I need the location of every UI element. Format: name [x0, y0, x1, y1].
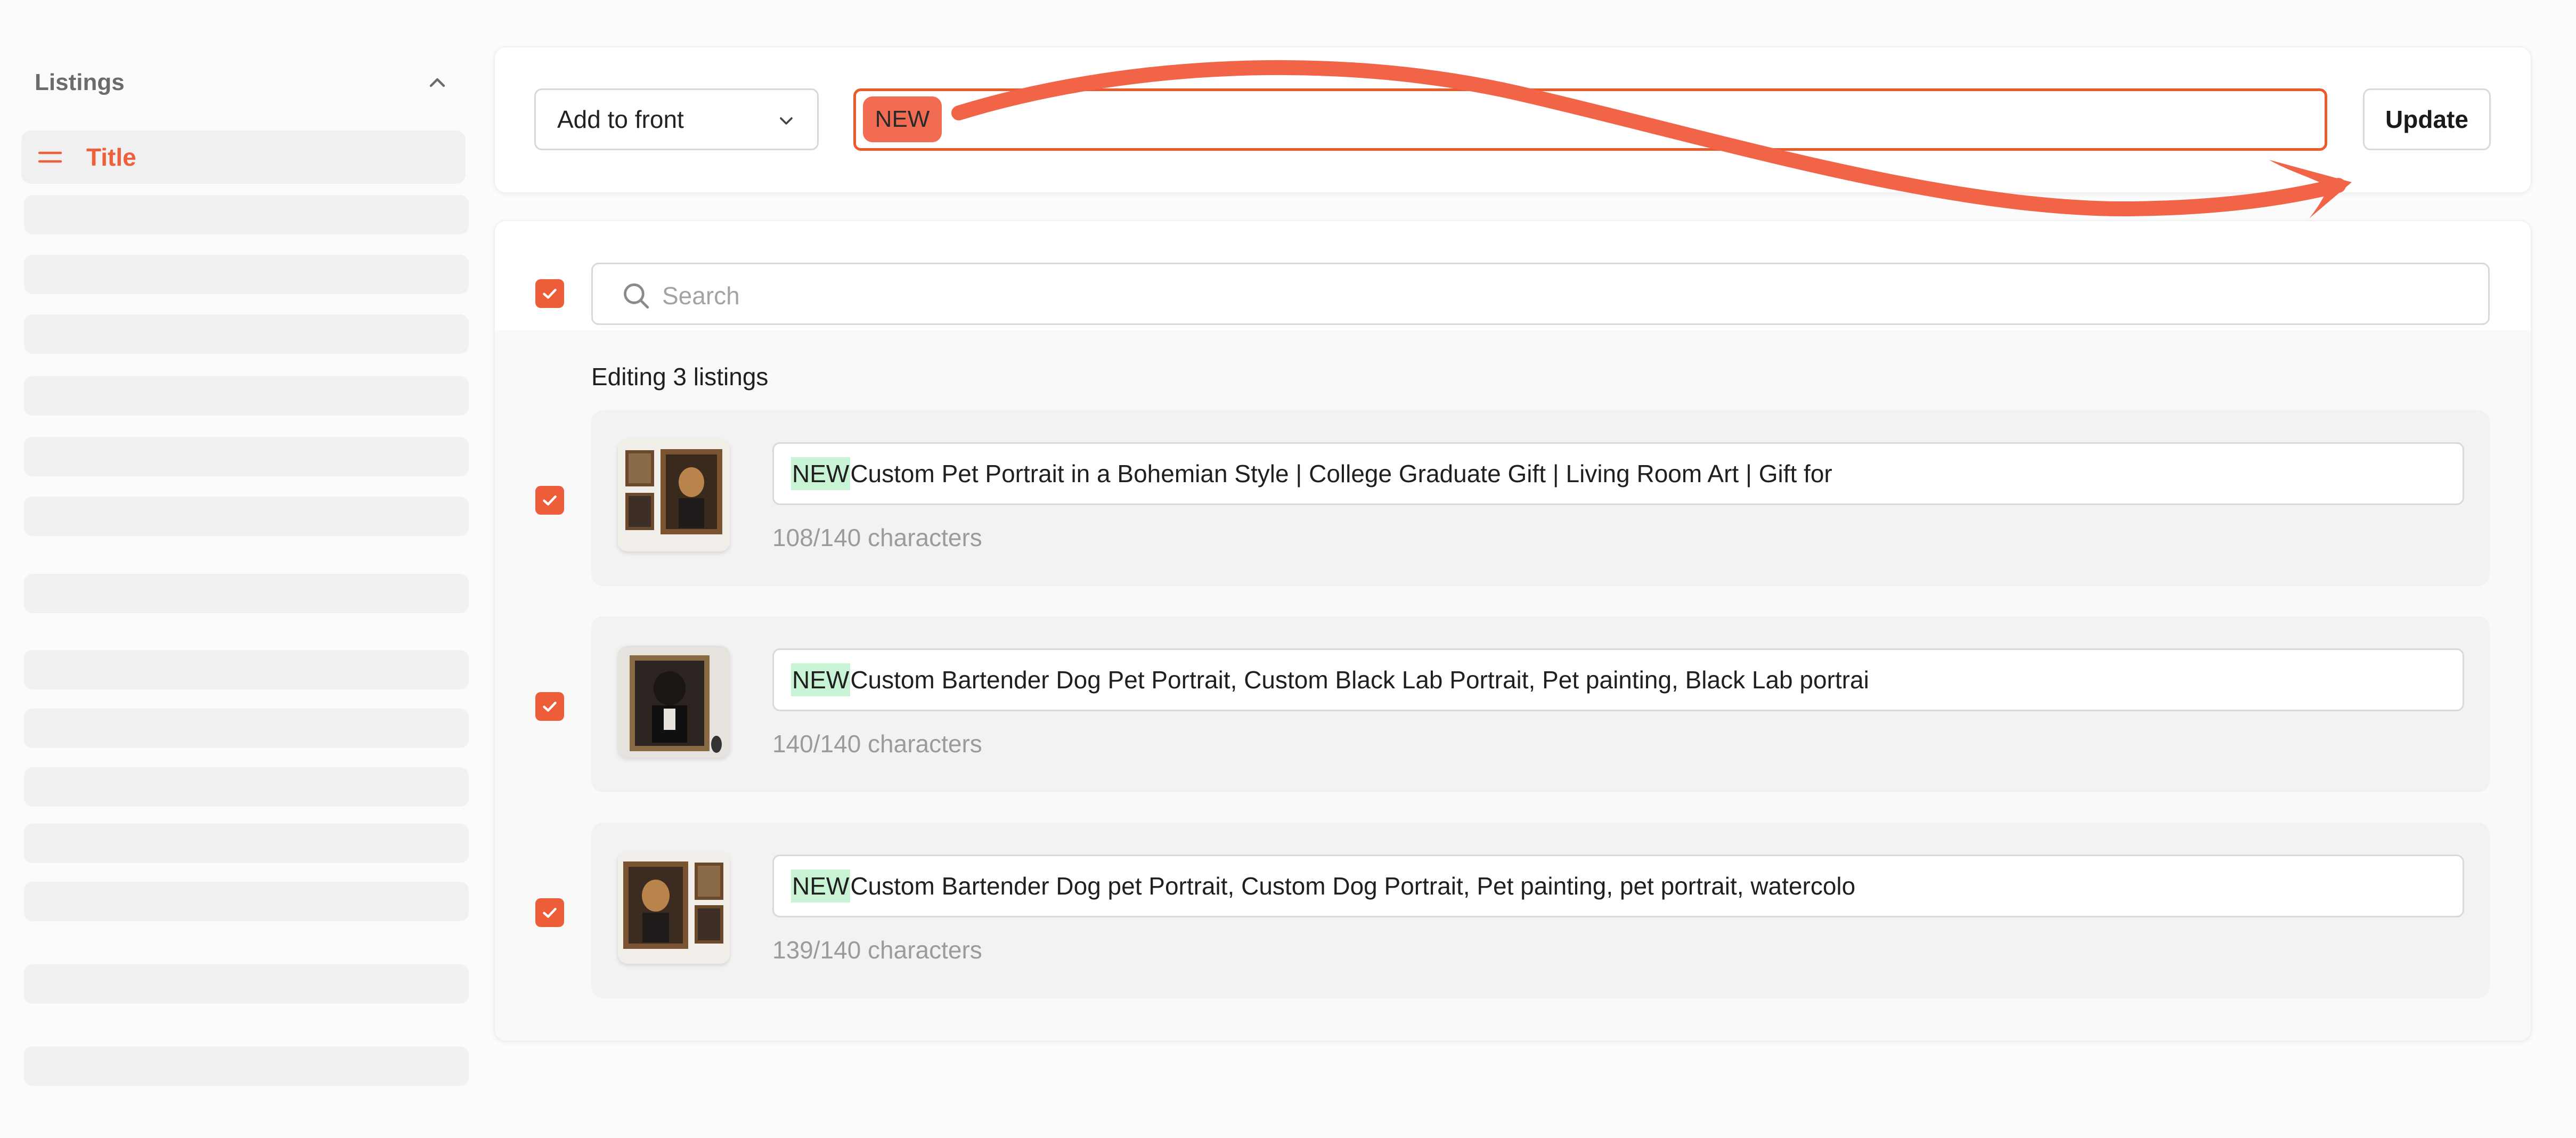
listing-checkbox[interactable] — [535, 486, 564, 515]
mode-select-value: Add to front — [557, 105, 684, 133]
check-icon — [543, 289, 557, 299]
search-placeholder: Search — [662, 282, 740, 310]
check-icon — [543, 702, 557, 712]
sidebar-item-placeholder — [24, 709, 469, 748]
sidebar-item-title[interactable]: Title — [21, 131, 466, 184]
mode-select[interactable]: Add to front — [534, 88, 819, 150]
update-button[interactable]: Update — [2363, 88, 2491, 150]
listing-thumbnail — [618, 646, 730, 758]
search-icon — [624, 283, 649, 309]
check-icon — [543, 495, 557, 506]
listing-title-input[interactable]: NEW Custom Bartender Dog Pet Portrait, C… — [772, 648, 2464, 711]
drag-handle-icon[interactable] — [37, 148, 63, 167]
portrait-image — [618, 852, 730, 964]
check-icon — [543, 908, 557, 918]
portrait-image — [618, 646, 730, 758]
new-prefix-highlight: NEW — [791, 457, 851, 490]
listing-checkbox[interactable] — [535, 692, 564, 721]
listing-title-text: Custom Bartender Dog pet Portrait, Custo… — [850, 872, 1856, 900]
new-prefix-highlight: NEW — [791, 869, 851, 903]
listing-title-input[interactable]: NEW Custom Bartender Dog pet Portrait, C… — [772, 855, 2464, 917]
sidebar: Listings Title — [0, 0, 482, 1138]
listing-title-text: Custom Pet Portrait in a Bohemian Style … — [850, 460, 1832, 487]
sidebar-title: Listings — [35, 69, 125, 95]
sidebar-item-placeholder — [24, 437, 469, 476]
select-all-checkbox[interactable] — [535, 279, 564, 308]
character-count: 139/140 characters — [772, 936, 982, 964]
search-input[interactable]: Search — [591, 263, 2490, 325]
chevron-down-icon — [780, 117, 793, 125]
sidebar-item-placeholder — [24, 650, 469, 689]
character-count: 108/140 characters — [772, 524, 982, 551]
sidebar-item-placeholder — [24, 255, 469, 294]
new-prefix-highlight: NEW — [791, 663, 851, 696]
text-to-add-input[interactable] — [853, 88, 2327, 151]
sidebar-item-placeholder — [24, 314, 469, 354]
sidebar-item-placeholder — [24, 574, 469, 613]
sidebar-item-placeholder — [24, 882, 469, 921]
listing-row: NEW Custom Bartender Dog Pet Portrait, C… — [591, 616, 2490, 792]
portrait-image — [618, 440, 730, 551]
sidebar-item-placeholder — [24, 195, 469, 234]
sidebar-item-placeholder — [24, 376, 469, 416]
sidebar-item-placeholder — [24, 964, 469, 1004]
character-count: 140/140 characters — [772, 730, 982, 758]
listing-row: NEW Custom Bartender Dog pet Portrait, C… — [591, 823, 2490, 998]
new-tag-chip[interactable]: NEW — [863, 96, 942, 142]
sidebar-item-placeholder — [24, 767, 469, 807]
sidebar-item-placeholder — [24, 824, 469, 863]
listing-title-text: Custom Bartender Dog Pet Portrait, Custo… — [850, 666, 1869, 694]
sidebar-item-label: Title — [86, 143, 136, 171]
sidebar-item-placeholder — [24, 497, 469, 536]
listing-row: NEW Custom Pet Portrait in a Bohemian St… — [591, 410, 2490, 586]
sidebar-item-placeholder — [24, 1046, 469, 1086]
listing-title-input[interactable]: NEW Custom Pet Portrait in a Bohemian St… — [772, 442, 2464, 505]
sidebar-header[interactable]: Listings — [35, 65, 450, 100]
listing-thumbnail — [618, 852, 730, 964]
listing-thumbnail — [618, 440, 730, 551]
editing-count-label: Editing 3 listings — [591, 363, 769, 391]
chevron-up-icon[interactable] — [425, 70, 450, 95]
listing-checkbox[interactable] — [535, 898, 564, 927]
